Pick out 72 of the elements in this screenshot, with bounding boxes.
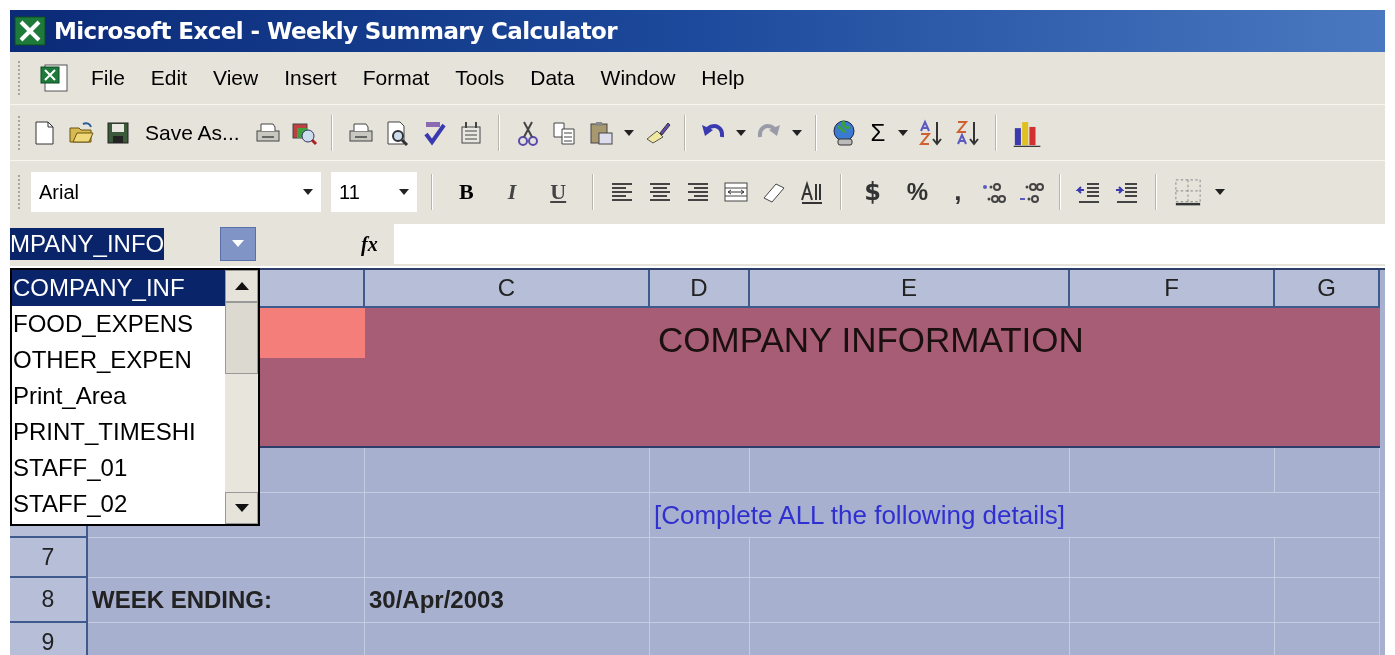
caret-icon[interactable] — [791, 129, 802, 136]
italic-button[interactable]: I — [495, 175, 529, 208]
week-ending-label: WEEK ENDING: — [88, 578, 365, 623]
name-list-item[interactable]: FOOD_EXPENS — [12, 306, 225, 342]
column-header[interactable]: D — [650, 270, 750, 308]
sheet-cell[interactable] — [650, 578, 750, 623]
sheet-cell[interactable] — [650, 538, 750, 578]
sheet-cell[interactable] — [1275, 578, 1380, 623]
font-size-dropdown[interactable]: 11 — [331, 171, 417, 212]
bold-button[interactable]: B — [447, 175, 486, 208]
column-header[interactable]: G — [1275, 270, 1380, 308]
menu-item[interactable]: Data — [526, 62, 579, 94]
row-header[interactable]: 7 — [10, 538, 88, 578]
formula-input-field[interactable] — [394, 224, 1385, 264]
name-list-item[interactable]: Print_Area — [12, 378, 225, 414]
menu-item[interactable]: Edit — [146, 62, 192, 94]
sheet-cell[interactable] — [750, 448, 1070, 493]
caret-icon[interactable] — [898, 129, 909, 136]
menu-item[interactable]: Format — [358, 62, 434, 94]
sheet-cell[interactable] — [365, 538, 650, 578]
menu-item[interactable]: Tools — [451, 62, 509, 94]
caret-icon[interactable] — [623, 129, 634, 136]
banner-title: COMPANY INFORMATION — [658, 319, 1084, 361]
sheet-cell[interactable] — [1275, 448, 1380, 493]
caret-icon[interactable] — [303, 188, 313, 195]
scroll-down-icon[interactable] — [234, 504, 249, 512]
save-as-button[interactable]: Save As... — [141, 116, 244, 149]
sheet-cell[interactable] — [1070, 448, 1275, 493]
name-list-item[interactable]: STAFF_02 — [12, 486, 225, 522]
underline-button[interactable]: U — [538, 175, 579, 208]
caret-icon[interactable] — [399, 188, 409, 195]
menu-item[interactable]: View — [209, 62, 263, 94]
row-header[interactable]: 8 — [10, 578, 88, 623]
column-header[interactable]: E — [750, 270, 1070, 308]
caret-icon[interactable] — [1215, 188, 1226, 195]
row-header[interactable]: 9 — [10, 623, 88, 655]
sheet-cell[interactable] — [88, 538, 365, 578]
name-list-item[interactable]: OTHER_EXPEN — [12, 342, 225, 378]
sheet-cell[interactable] — [1275, 538, 1380, 578]
week-ending-date: 30/Apr/2003 — [365, 578, 650, 623]
window-title: Microsoft Excel - Weekly Summary Calculator — [54, 16, 618, 46]
sheet-cell[interactable] — [365, 493, 650, 538]
sheet-cell[interactable] — [1070, 578, 1275, 623]
name-list-item[interactable]: PRINT_TIMESHI — [12, 414, 225, 450]
scrollbar[interactable] — [225, 270, 258, 524]
percent-button[interactable]: % — [898, 173, 937, 210]
name-list-item[interactable]: STAFF_01 — [12, 450, 225, 486]
scroll-up-icon[interactable] — [234, 282, 249, 290]
name-box-dropdown-button[interactable] — [220, 227, 256, 261]
caret-icon — [232, 240, 244, 248]
sheet-cell[interactable] — [1070, 538, 1275, 578]
name-list-item[interactable]: COMPANY_INF — [12, 270, 225, 306]
font-name-dropdown[interactable]: Arial — [31, 171, 321, 212]
autosum-button[interactable]: Σ — [866, 114, 890, 151]
instruction-text: [Complete ALL the following details] — [650, 493, 1380, 538]
menu-item[interactable]: Insert — [280, 62, 341, 94]
sheet-cell[interactable] — [365, 448, 650, 493]
sheet-cell[interactable] — [650, 448, 750, 493]
insert-function-button[interactable]: fx — [361, 229, 389, 259]
sheet-cell[interactable] — [750, 578, 1070, 623]
spreadsheet-logo-icon — [14, 16, 46, 46]
comma-button[interactable]: , — [946, 172, 970, 211]
menu-item[interactable]: Help — [697, 62, 749, 94]
caret-icon[interactable] — [735, 129, 746, 136]
menu-item[interactable]: Window — [596, 62, 680, 94]
currency-button[interactable]: $ — [856, 173, 889, 210]
column-header[interactable]: F — [1070, 270, 1275, 308]
column-header[interactable]: C — [365, 270, 650, 308]
sheet-cell[interactable] — [750, 538, 1070, 578]
document-icon[interactable] — [39, 63, 69, 93]
menu-item[interactable]: File — [87, 62, 129, 94]
scrollbar-thumb[interactable] — [225, 302, 258, 374]
